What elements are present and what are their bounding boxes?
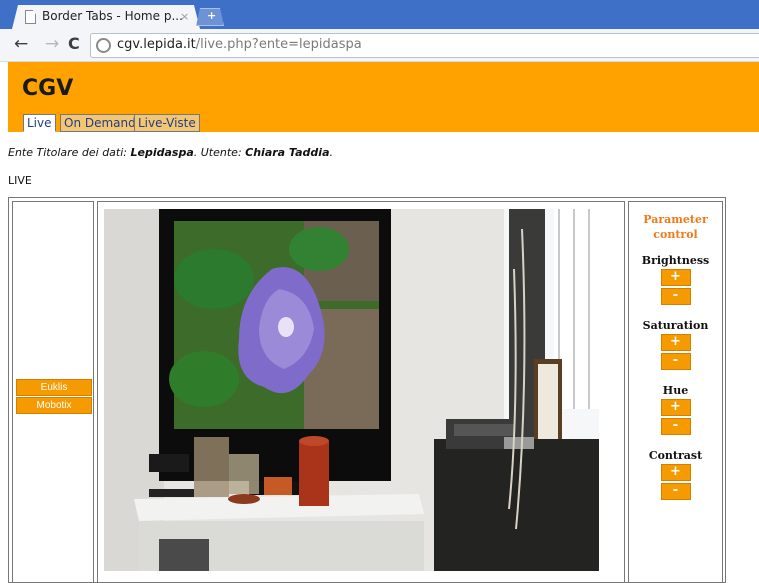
browser-tab[interactable]: Border Tabs - Home p... × <box>12 5 200 29</box>
new-tab-button[interactable]: + <box>196 8 224 26</box>
saturation-decrease-button[interactable]: - <box>660 353 691 370</box>
browser-toolbar: ← → C cgv.lepida.it/live.php?ente=lepida… <box>0 29 759 62</box>
camera-frame-image <box>104 209 599 571</box>
reload-icon[interactable]: C <box>68 34 80 54</box>
hue-decrease-button[interactable]: - <box>660 418 691 435</box>
url-host: cgv.lepida.it <box>117 37 196 52</box>
brightness-increase-button[interactable]: + <box>660 269 691 286</box>
page-icon <box>25 10 36 24</box>
owner-info: Ente Titolare dei dati: Lepidaspa. Utent… <box>8 146 333 159</box>
camera-euklis-button[interactable]: Euklis <box>16 379 92 396</box>
url-path: /live.php?ente=lepidaspa <box>195 37 362 52</box>
parameter-panel: Parameter control Brightness + - Saturat… <box>628 201 723 583</box>
brightness-decrease-button[interactable]: - <box>660 288 691 305</box>
owner-name: Lepidaspa <box>130 146 194 159</box>
parameter-control-title: Parameter control <box>643 213 708 241</box>
contrast-increase-button[interactable]: + <box>660 464 691 481</box>
close-icon[interactable]: × <box>180 10 189 23</box>
site-header: CGV Live On Demand Live-Viste <box>8 62 759 132</box>
contrast-label: Contrast <box>648 449 703 462</box>
saturation-increase-button[interactable]: + <box>660 334 691 351</box>
saturation-label: Saturation <box>642 319 709 332</box>
contrast-decrease-button[interactable]: - <box>660 483 691 500</box>
user-suffix: . <box>329 146 334 159</box>
forward-arrow-icon[interactable]: → <box>45 34 59 54</box>
layout-table: Euklis Mobotix Parameter control Brightn… <box>8 197 726 583</box>
user-name: Chiara Taddia <box>245 146 330 159</box>
user-prefix: . Utente: <box>193 146 246 159</box>
owner-prefix: Ente Titolare dei dati: <box>8 146 131 159</box>
camera-stream[interactable] <box>104 209 599 571</box>
saturation-control: Saturation + - <box>629 319 722 372</box>
brightness-label: Brightness <box>641 254 710 267</box>
brightness-control: Brightness + - <box>629 254 722 307</box>
tab-on-demand[interactable]: On Demand <box>60 114 140 132</box>
address-bar[interactable]: cgv.lepida.it/live.php?ente=lepidaspa <box>90 33 759 58</box>
back-arrow-icon[interactable]: ← <box>14 34 28 54</box>
globe-icon <box>96 38 111 53</box>
site-title: CGV <box>22 76 74 101</box>
tab-live[interactable]: Live <box>23 114 56 132</box>
browser-tab-title: Border Tabs - Home p... <box>42 9 183 23</box>
url-text: cgv.lepida.it/live.php?ente=lepidaspa <box>117 37 362 52</box>
camera-list: Euklis Mobotix <box>12 201 94 583</box>
plus-icon: + <box>207 9 217 22</box>
hue-control: Hue + - <box>629 384 722 437</box>
contrast-control: Contrast + - <box>629 449 722 502</box>
section-label: LIVE <box>8 174 32 187</box>
video-cell <box>97 201 625 583</box>
camera-mobotix-button[interactable]: Mobotix <box>16 397 92 414</box>
tab-live-viste[interactable]: Live-Viste <box>134 114 200 132</box>
browser-tabstrip: Border Tabs - Home p... × + <box>0 0 759 29</box>
hue-label: Hue <box>662 384 689 397</box>
hue-increase-button[interactable]: + <box>660 399 691 416</box>
